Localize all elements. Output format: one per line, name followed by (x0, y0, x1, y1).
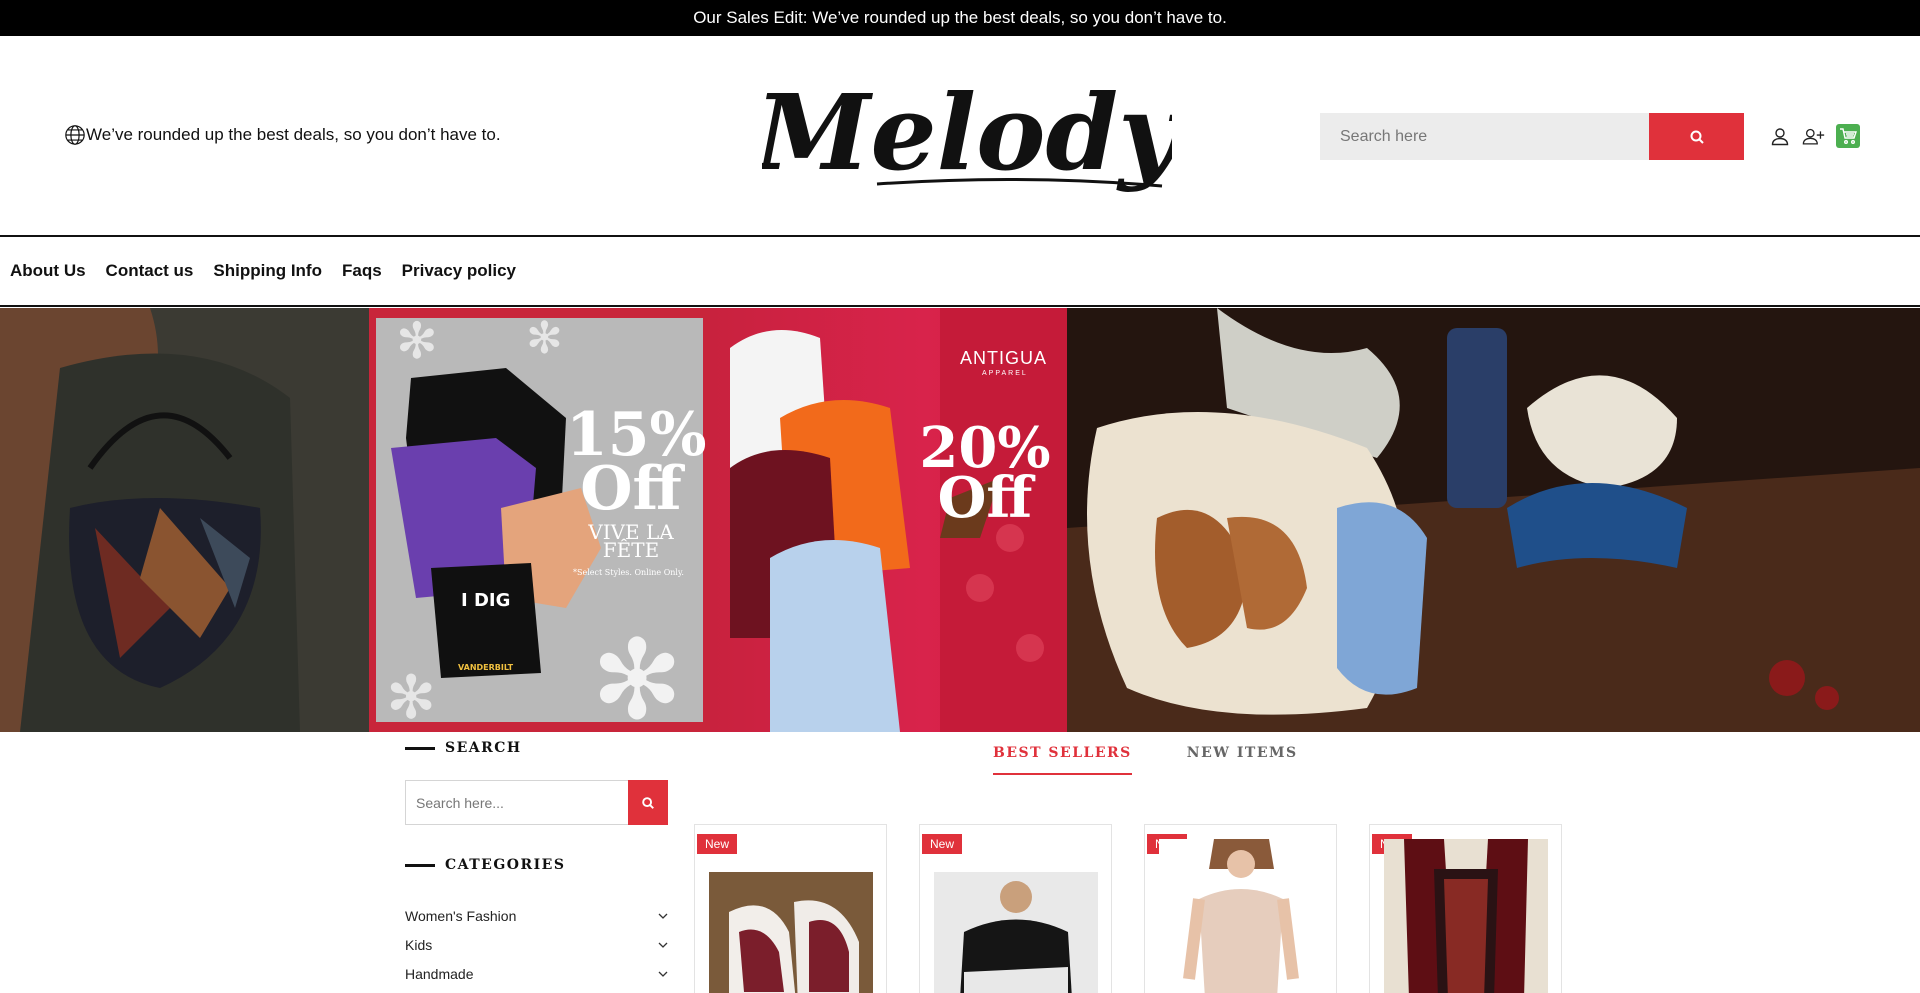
header-tagline: We’ve rounded up the best deals, so you … (64, 124, 501, 146)
user-icon (1771, 128, 1789, 146)
header-actions (1768, 124, 1860, 148)
sidebar-search-button[interactable] (628, 780, 668, 825)
shirt-sub: VANDERBILT (458, 663, 514, 672)
tab-new-items[interactable]: NEW ITEMS (1187, 745, 1298, 775)
product-card[interactable]: New (694, 824, 887, 993)
category-label: Handmade (405, 965, 474, 982)
title-rule (405, 863, 435, 867)
sidebar-search (405, 780, 668, 825)
chevron-down-icon[interactable] (658, 971, 668, 977)
sidebar-search-input[interactable] (405, 780, 628, 825)
main-nav: About Us Contact us Shipping Info Faqs P… (0, 235, 1920, 307)
nav-about-us[interactable]: About Us (10, 261, 86, 281)
product-image-sneakers (709, 872, 873, 993)
chevron-down-icon[interactable] (658, 942, 668, 948)
hero-panel-15-off: ✻ ✻ ✻ ✻ 15% Off VIVE LA FÊTE *Select Sty… (369, 308, 710, 732)
search-section-title: SEARCH (405, 740, 668, 756)
search-button[interactable] (1649, 113, 1744, 160)
hero-panel-winter (1067, 308, 1920, 732)
site-header: We’ve rounded up the best deals, so you … (0, 36, 1920, 236)
nav-privacy-policy[interactable]: Privacy policy (402, 261, 516, 281)
category-item-womens-fashion[interactable]: Women's Fashion (405, 901, 668, 930)
shirt-text: I DIG (461, 590, 511, 611)
category-list: Women's Fashion Kids Handmade (405, 901, 668, 988)
product-card[interactable]: New (919, 824, 1112, 993)
hero-panel-handbag (0, 308, 369, 732)
promo1-line: VIVE LA FÊTE (588, 520, 674, 562)
categories-section-title: CATEGORIES (405, 857, 668, 873)
globe-icon (65, 125, 85, 145)
nav-shipping-info[interactable]: Shipping Info (213, 261, 322, 281)
product-image-bodysuit (1159, 839, 1323, 993)
product-tabs: BEST SELLERS NEW ITEMS (993, 745, 1298, 775)
add-user-icon (1802, 128, 1825, 145)
category-label: Kids (405, 936, 433, 953)
account-button[interactable] (1768, 124, 1792, 148)
search-icon (642, 796, 654, 809)
register-button[interactable] (1802, 124, 1826, 148)
tagline-text: We’ve rounded up the best deals, so you … (86, 125, 501, 144)
announcement-bar: Our Sales Edit: We’ve rounded up the bes… (0, 0, 1920, 36)
product-card[interactable]: New (1369, 824, 1562, 993)
product-image-scarf-vest (1384, 839, 1548, 993)
hero-panel-20-off: 20% Off ANTIGUA APPAREL (710, 308, 1067, 732)
antigua-sub: APPAREL (982, 370, 1028, 377)
promo2-headline: 20% Off (919, 415, 1051, 532)
announcement-text: Our Sales Edit: We’ve rounded up the bes… (693, 8, 1227, 27)
svg-text:✻: ✻ (526, 318, 563, 364)
sidebar: SEARCH CATEGORIES Women's Fashion Kids H… (405, 740, 668, 988)
cart-button[interactable] (1836, 124, 1860, 148)
svg-text:✻: ✻ (591, 616, 683, 722)
antigua-brand: ANTIGUA (960, 348, 1048, 368)
category-item-kids[interactable]: Kids (405, 930, 668, 959)
search-icon (1690, 130, 1704, 144)
chevron-down-icon[interactable] (658, 913, 668, 919)
promo1-note: *Select Styles. Online Only. (573, 568, 684, 577)
hero-banner[interactable]: ✻ ✻ ✻ ✻ 15% Off VIVE LA FÊTE *Select Sty… (0, 308, 1920, 732)
tab-best-sellers[interactable]: BEST SELLERS (993, 745, 1132, 775)
handbag-image (0, 308, 369, 732)
new-badge: New (922, 834, 963, 854)
search-title-text: SEARCH (445, 740, 522, 756)
nav-faqs[interactable]: Faqs (342, 261, 382, 281)
category-item-handmade[interactable]: Handmade (405, 959, 668, 988)
product-card[interactable]: New (1144, 824, 1337, 993)
title-rule (405, 746, 435, 750)
product-grid: New New New New (694, 824, 1562, 993)
melody-logo[interactable]: Melody (762, 74, 1172, 194)
new-badge: New (697, 834, 738, 854)
categories-title-text: CATEGORIES (445, 857, 566, 873)
winter-accessories-image (1067, 308, 1920, 732)
cart-icon (1840, 128, 1857, 144)
header-search (1320, 113, 1744, 160)
category-label: Women's Fashion (405, 907, 517, 924)
nav-contact-us[interactable]: Contact us (106, 261, 194, 281)
product-image-jacket (934, 872, 1098, 993)
svg-text:✻: ✻ (396, 318, 438, 370)
promo1-headline: 15% Off (566, 400, 707, 524)
search-input[interactable] (1320, 113, 1649, 160)
logo-text: Melody (762, 74, 1172, 194)
svg-text:✻: ✻ (386, 663, 436, 722)
